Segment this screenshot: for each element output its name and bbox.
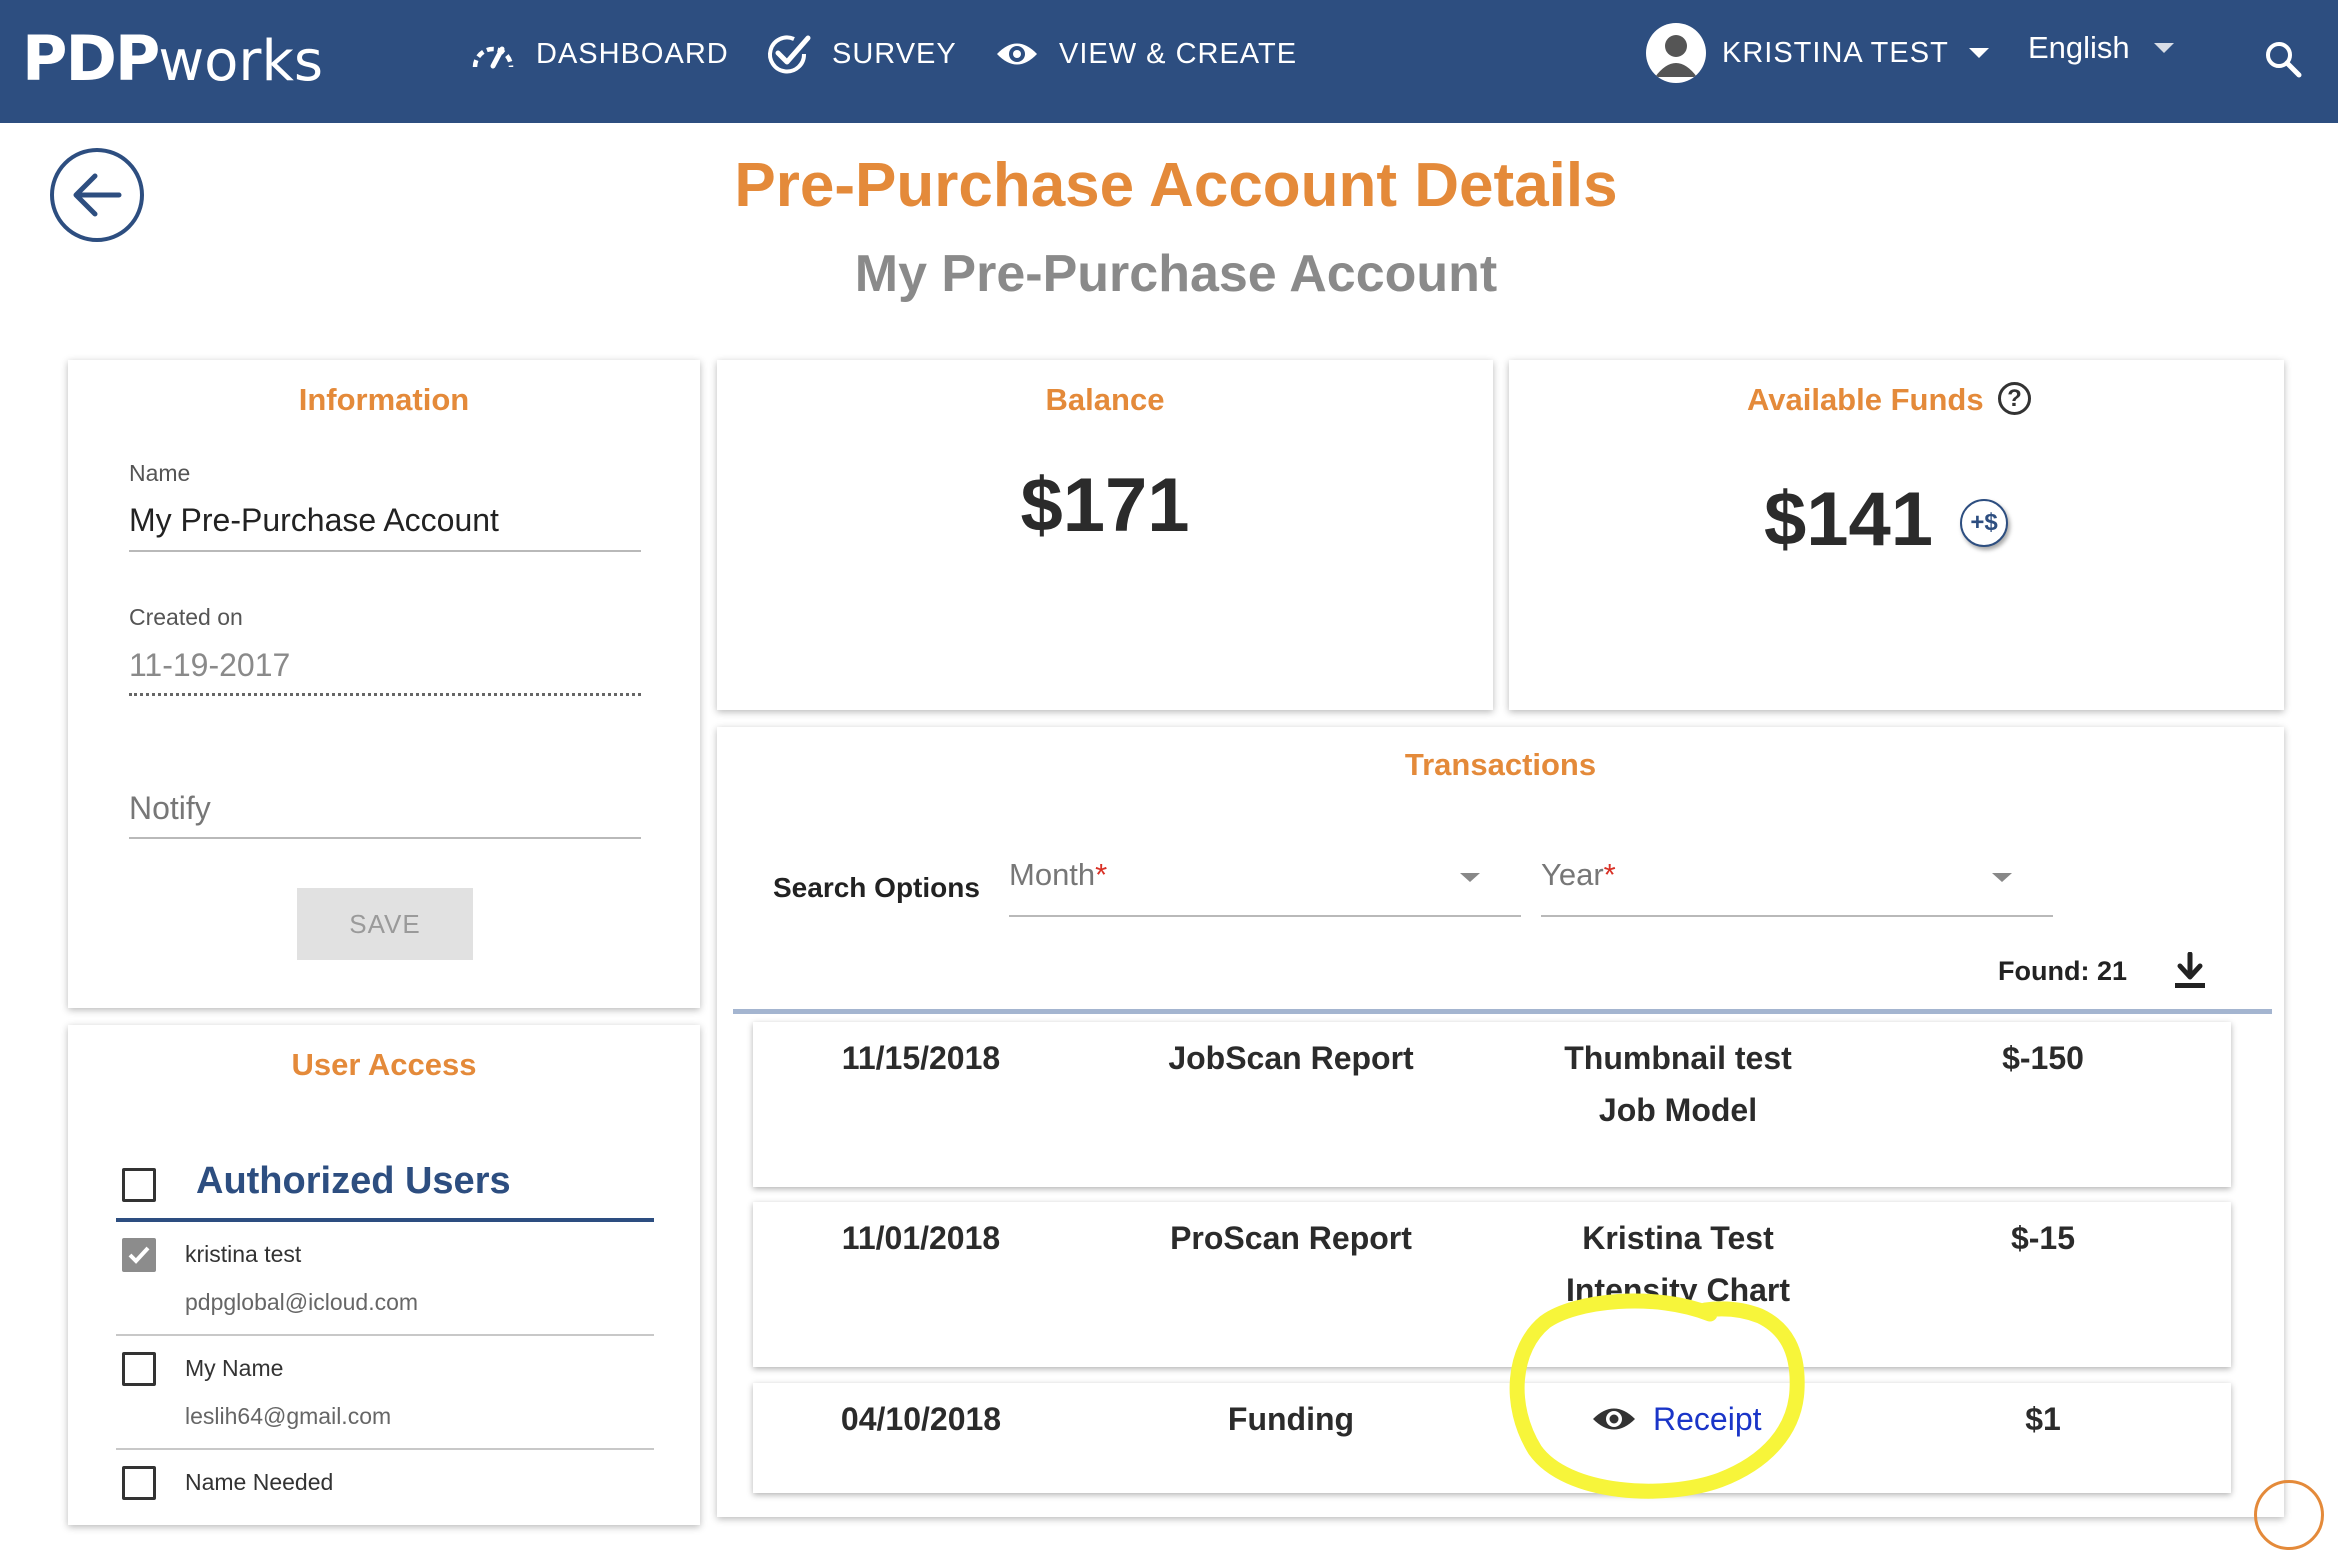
user-name: My Name [185,1355,284,1381]
nav-dashboard-label: DASHBOARD [536,37,729,70]
user-menu[interactable]: KRISTINA TEST [1646,22,1989,84]
user-name: kristina test [185,1241,302,1267]
logo-light-text: works [158,29,324,94]
speedometer-icon [472,46,514,69]
user-checkbox[interactable] [122,1352,156,1386]
transaction-date: 11/15/2018 [841,1040,1001,1076]
user-access-title: User Access [291,1047,477,1082]
highlight-annotation [1509,1293,1805,1499]
download-icon [2175,951,2205,988]
user-name: KRISTINA TEST [1722,36,1949,69]
logo-bold-text: PDP [22,22,160,95]
chevron-down-icon [1992,873,2012,882]
top-navbar: PDPworks DASHBOARD SURVEY VIEW & CREATE … [0,0,2338,123]
transaction-type: Funding [1227,1401,1355,1437]
name-label: Name [129,460,191,486]
transaction-row[interactable]: 11/15/2018 JobScan Report Thumbnail test… [753,1022,2231,1187]
year-select[interactable]: Year* [1541,857,2053,905]
select-all-checkbox[interactable] [122,1168,156,1202]
eye-icon [997,43,1037,65]
transaction-amount: $-150 [2002,1040,2084,1076]
authorized-users-label: Authorized Users [196,1160,511,1202]
check-circle-icon [768,35,811,74]
transaction-date: 11/01/2018 [841,1220,1001,1256]
name-field[interactable]: My Pre-Purchase Account [129,502,499,539]
authorized-users-underline [116,1218,654,1222]
information-title: Information [298,382,470,417]
nav-survey[interactable]: SURVEY [766,34,957,74]
transaction-type: JobScan Report [1168,1040,1414,1076]
month-select[interactable]: Month* [1009,857,1521,905]
search-button[interactable] [2264,40,2302,83]
nav-view-create[interactable]: VIEW & CREATE [995,34,1297,74]
list-divider [116,1334,654,1336]
add-funds-button[interactable]: +$ [1960,499,2008,547]
chevron-down-icon [2153,43,2174,53]
list-divider [116,1448,654,1450]
user-email: leslih64@gmail.com [185,1403,392,1429]
user-access-card: User Access [68,1025,700,1525]
month-label: Month* [1009,857,1108,892]
user-name: Name Needed [185,1469,334,1495]
user-checkbox[interactable] [122,1238,156,1272]
balance-card: Balance $171 [717,360,1493,710]
created-field: 11-19-2017 [129,647,291,683]
available-funds-card: Available Funds ? $141 +$ [1509,360,2284,710]
transaction-detail-line1: Kristina Test [1582,1220,1774,1256]
page-title: Pre-Purchase Account Details [734,151,1618,220]
transaction-detail-line1: Thumbnail test [1564,1040,1792,1076]
notify-underline [129,837,641,839]
save-button[interactable]: SAVE [297,888,473,960]
transaction-row[interactable]: 11/01/2018 ProScan Report Kristina Test … [753,1202,2231,1367]
search-options-label: Search Options [773,872,980,903]
transaction-date: 04/10/2018 [840,1401,1002,1437]
found-count: Found: 21 [1998,956,2127,986]
pdpworks-logo[interactable]: PDPworks [22,22,323,95]
transactions-title: Transactions [1404,747,1597,782]
created-underline [129,693,641,696]
avatar [1646,23,1706,83]
month-underline [1009,915,1521,917]
transaction-amount: $-15 [2010,1220,2076,1256]
chevron-down-icon [1460,873,1480,882]
floating-action-button[interactable] [2254,1480,2324,1550]
transaction-detail-line2: Job Model [1598,1092,1758,1128]
user-checkbox[interactable] [122,1466,156,1500]
nav-survey-label: SURVEY [832,37,957,70]
available-funds-amount: $141 [1764,477,1934,562]
name-underline [129,550,641,552]
checkmark-icon [128,1246,150,1264]
nav-dashboard[interactable]: DASHBOARD [470,34,729,74]
chevron-down-icon [1968,48,1989,58]
notify-field[interactable]: Notify [129,790,211,827]
year-label: Year* [1541,857,1616,892]
help-icon[interactable]: ? [1998,382,2031,415]
user-email: pdpglobal@icloud.com [185,1289,419,1315]
search-icon [2266,42,2302,78]
created-label: Created on [129,604,243,630]
nav-view-create-label: VIEW & CREATE [1059,37,1298,70]
download-button[interactable] [2173,951,2207,995]
year-underline [1541,915,2053,917]
balance-title: Balance [1045,382,1165,417]
page-subtitle: My Pre-Purchase Account [854,245,1498,303]
transaction-row[interactable]: 04/10/2018 Funding Receipt $1 [753,1383,2231,1493]
balance-amount: $171 [1020,463,1190,548]
transaction-type: ProScan Report [1170,1220,1412,1256]
language-selector[interactable]: English [2028,30,2174,66]
results-divider [733,1009,2272,1014]
language-label: English [2028,30,2130,65]
transaction-amount: $1 [2025,1401,2061,1437]
information-card: Information Name My Pre-Purchase Account… [68,360,700,1008]
available-funds-title: Available Funds [1747,382,1984,417]
